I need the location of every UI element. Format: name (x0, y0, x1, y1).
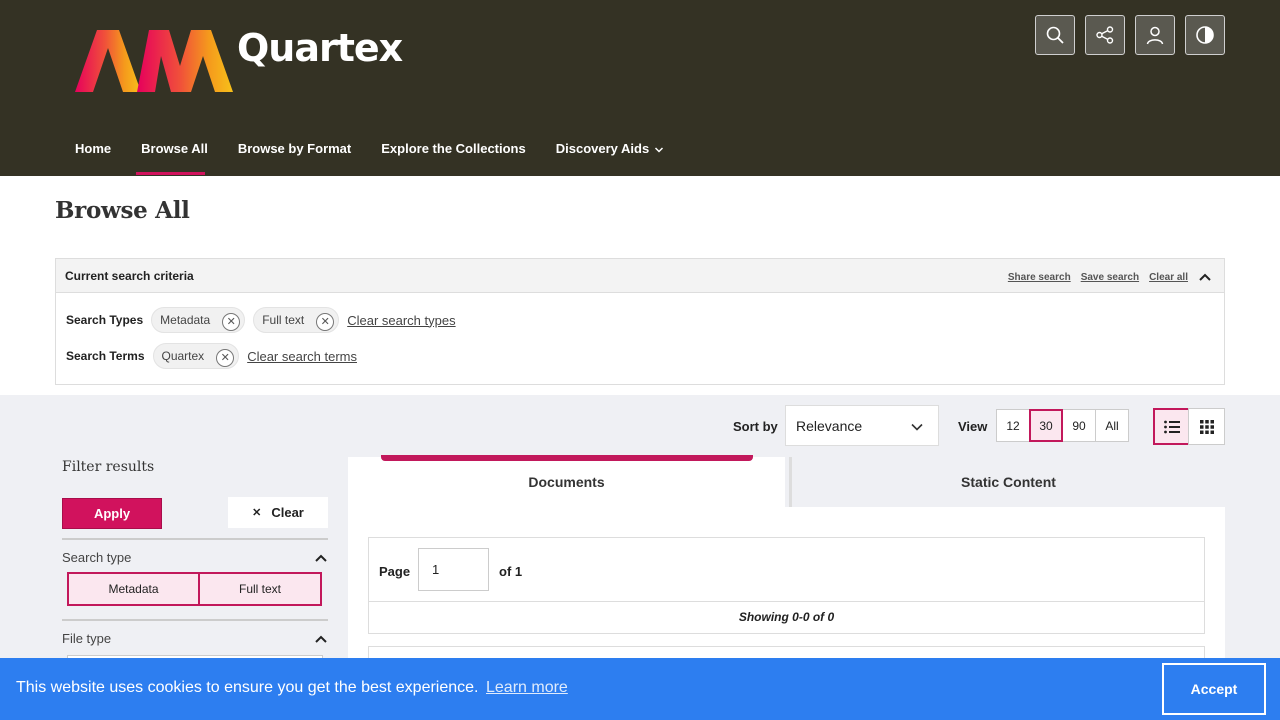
page-size-30[interactable]: 30 (1029, 409, 1063, 442)
list-view-button[interactable] (1153, 408, 1190, 445)
search-type-metadata[interactable]: Metadata (67, 572, 200, 606)
nav-discovery-aids[interactable]: Discovery Aids (541, 128, 679, 176)
criteria-links: Share search Save search Clear all (1008, 270, 1212, 284)
search-type-facet-header[interactable]: Search type (62, 550, 328, 565)
sort-label: Sort by (733, 419, 778, 434)
page-size-90[interactable]: 90 (1062, 409, 1096, 442)
search-types-label: Search Types (66, 313, 144, 327)
search-term-pill: Quartex ✕ (152, 343, 240, 369)
tab-documents[interactable]: Documents (348, 457, 785, 507)
search-terms-label: Search Terms (66, 349, 145, 363)
nav-home-label: Home (75, 141, 112, 156)
contrast-icon (1196, 26, 1214, 44)
search-type-full-text[interactable]: Full text (198, 572, 322, 606)
accept-cookies-button[interactable]: Accept (1162, 663, 1266, 715)
grid-view-button[interactable] (1188, 408, 1225, 445)
cookie-message: This website uses cookies to ensure you … (16, 679, 479, 696)
save-search-link[interactable]: Save search (1081, 272, 1139, 283)
file-type-facet-label: File type (62, 631, 112, 646)
pill-label: Full text (262, 313, 305, 327)
brand-name[interactable]: Quartex (237, 26, 403, 70)
page-size-group: 12 30 90 All (996, 409, 1129, 442)
search-type-toggle: Metadata Full text (67, 572, 322, 606)
account-button[interactable] (1135, 15, 1175, 55)
remove-icon[interactable]: ✕ (222, 313, 241, 331)
nav-browse-all-label: Browse All (141, 141, 208, 156)
share-button[interactable] (1085, 15, 1125, 55)
sort-select[interactable]: Relevance (785, 405, 939, 446)
clear-search-terms-link[interactable]: Clear search terms (247, 349, 357, 364)
view-label: View (958, 419, 988, 434)
contrast-button[interactable] (1185, 15, 1225, 55)
list-icon (1163, 420, 1180, 433)
user-icon (1146, 26, 1164, 45)
criteria-title: Current search criteria (65, 269, 194, 283)
nav-browse-by-format[interactable]: Browse by Format (223, 128, 366, 176)
divider (62, 538, 328, 540)
search-button[interactable] (1035, 15, 1075, 55)
search-type-pill-metadata: Metadata ✕ (151, 307, 246, 333)
nav-home[interactable]: Home (60, 128, 126, 176)
share-icon (1096, 26, 1114, 44)
results-count: Showing 0-0 of 0 (738, 610, 835, 624)
clear-all-link[interactable]: Clear all (1149, 272, 1188, 283)
results-tabs: Documents Static Content (348, 457, 1225, 507)
close-icon: ✕ (252, 507, 262, 519)
page-title: Browse All (55, 197, 190, 224)
clear-button-label: Clear (271, 505, 304, 520)
search-terms-row: Search Terms Quartex ✕ Clear search terms (66, 343, 357, 369)
chevron-down-icon (911, 423, 923, 431)
tab-static-content[interactable]: Static Content (789, 457, 1225, 507)
file-type-facet-header[interactable]: File type (62, 631, 328, 646)
pagination-row: Page 1 of 1 (369, 538, 1204, 602)
divider (62, 619, 328, 621)
chevron-up-icon (315, 635, 327, 643)
page-total: of 1 (499, 564, 523, 579)
chevron-up-icon (315, 554, 327, 562)
search-type-pill-full-text: Full text ✕ (253, 307, 340, 333)
nav-discovery-aids-label: Discovery Aids (555, 141, 650, 156)
search-types-row: Search Types Metadata ✕ Full text ✕ Clear … (66, 307, 456, 333)
nav-explore-collections[interactable]: Explore the Collections (366, 128, 540, 176)
criteria-header: Current search criteria Share search Sav… (56, 259, 1224, 293)
filter-results-title: Filter results (62, 459, 155, 475)
pill-label: Quartex (161, 349, 205, 363)
search-icon (1046, 26, 1064, 44)
share-search-link[interactable]: Share search (1008, 272, 1071, 283)
nav-explore-collections-label: Explore the Collections (381, 141, 526, 156)
pill-label: Metadata (160, 313, 211, 327)
cookie-banner: This website uses cookies to ensure you … (0, 658, 1280, 720)
pagination: Page 1 of 1 Showing 0-0 of 0 (368, 537, 1205, 634)
nav-active-indicator (136, 172, 205, 175)
chevron-up-icon[interactable] (1198, 270, 1212, 284)
nav-browse-all[interactable]: Browse All (126, 128, 223, 176)
learn-more-link[interactable]: Learn more (486, 679, 568, 697)
page-size-all[interactable]: All (1095, 409, 1129, 442)
page-number-input[interactable]: 1 (418, 548, 489, 591)
remove-icon[interactable]: ✕ (316, 313, 335, 331)
sort-value: Relevance (796, 417, 863, 434)
nav-browse-by-format-label: Browse by Format (237, 141, 352, 156)
clear-button[interactable]: ✕ Clear (228, 497, 328, 528)
page-size-12[interactable]: 12 (996, 409, 1030, 442)
page-label: Page (379, 564, 411, 579)
main-nav: Home Browse All Browse by Format Explore… (60, 128, 679, 176)
search-criteria-panel: Current search criteria Share search Sav… (55, 258, 1225, 385)
apply-button[interactable]: Apply (62, 498, 162, 529)
clear-search-types-link[interactable]: Clear search types (347, 313, 455, 328)
remove-icon[interactable]: ✕ (216, 349, 235, 367)
active-tab-indicator (381, 455, 753, 461)
search-type-facet-label: Search type (62, 550, 132, 565)
chevron-down-icon (655, 147, 664, 153)
grid-icon (1199, 419, 1214, 434)
